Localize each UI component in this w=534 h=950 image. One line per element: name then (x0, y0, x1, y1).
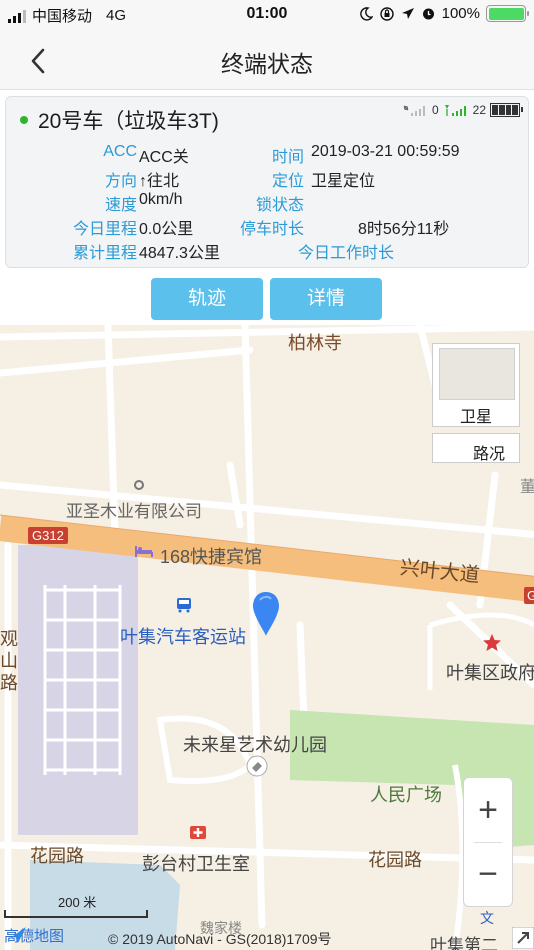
zoom-control: + − (463, 777, 513, 907)
satellite-label: 卫星 (459, 409, 492, 426)
map-scale-label: 200 米 (58, 895, 97, 910)
vehicle-title: 20号车（垃圾车3T) (20, 105, 219, 135)
zoom-in-button[interactable]: + (464, 778, 512, 842)
satellite-thumbnail (439, 348, 515, 400)
today-mileage-label: 今日里程 (72, 221, 137, 238)
row-acc-time: ACC ACC关 时间 2019-03-21 00:59:59 (6, 143, 530, 167)
battery-icon (486, 5, 529, 22)
map-label-bailin-temple: 柏林寺 (288, 333, 342, 353)
position-label: 定位 (271, 173, 304, 190)
map-label-lu: 路 (0, 673, 18, 693)
moon-icon (359, 6, 373, 21)
expand-icon[interactable] (512, 927, 534, 949)
map-label-edge-right: 董 (520, 479, 534, 496)
map-label-bottom-right: 叶集第二 (430, 936, 498, 950)
page-title: 终端状态 (221, 51, 313, 77)
poi-marker-icon (134, 480, 144, 490)
stop-duration-label: 停车时长 (239, 221, 304, 238)
map-label-kindergarten: 未来星艺术幼儿园 (183, 735, 327, 755)
status-right: 100% (359, 5, 529, 22)
traffic-label: 路况 (472, 446, 505, 463)
orientation-lock-icon (379, 6, 394, 21)
lock-label: 锁状态 (255, 197, 304, 214)
alarm-icon (422, 8, 434, 20)
satellite-layer-toggle[interactable]: 卫星 (432, 343, 520, 427)
total-mileage-value: 4847.3公里 (139, 245, 220, 262)
today-mileage-value: 0.0公里 (139, 221, 194, 238)
nav-header: 终端状态 (0, 30, 534, 90)
gps-count: 0 (431, 103, 439, 117)
battery-percent: 100% (441, 5, 480, 22)
work-duration-label: 今日工作时长 (297, 245, 394, 262)
position-value: 卫星定位 (311, 173, 376, 190)
stop-duration-value: 8时56分11秒 (358, 221, 450, 238)
direction-label: 方向 (104, 173, 137, 190)
acc-label: ACC (103, 143, 137, 160)
map-view[interactable]: 柏林寺 亚圣木业有限公司 G312 G 168快捷宾馆 兴叶大道 叶集汽车客运站… (0, 325, 534, 950)
clinic-icon (190, 826, 206, 839)
status-bar: 中国移动 4G 01:00 100% (0, 0, 534, 30)
map-label-bus-station: 叶集汽车客运站 (120, 627, 246, 647)
zoom-out-button[interactable]: − (464, 842, 512, 906)
map-label-wen: 文 (480, 910, 494, 926)
row-total-work: 累计里程 4847.3公里 今日工作时长 (6, 239, 530, 263)
device-signal-indicators: 0 22 (402, 103, 523, 117)
row-direction-position: 方向 ↑往北 定位 卫星定位 (6, 167, 530, 191)
time-label: 时间 (271, 149, 304, 166)
map-label-huayuan-road-right: 花园路 (368, 850, 422, 870)
government-star-icon (483, 634, 501, 651)
hotel-bed-icon (135, 546, 153, 557)
map-label-government: 叶集区政府 (446, 663, 534, 683)
map-copyright: © 2019 AutoNavi - GS(2018)1709号 (108, 931, 332, 947)
network-signal-icon (444, 105, 466, 116)
amap-logo-icon (6, 927, 26, 943)
map-label-peoples-square: 人民广场 (370, 785, 442, 805)
gps-satellite-icon (403, 105, 425, 116)
location-arrow-icon (401, 7, 414, 19)
row-mileage-stop: 今日里程 0.0公里 停车时长 8时56分11秒 (6, 215, 530, 239)
acc-value: ACC关 (139, 149, 189, 166)
map-label-huayuan-road-left: 花园路 (30, 846, 84, 866)
signal-count: 22 (472, 103, 486, 117)
highway-shield-right: G (524, 587, 534, 604)
map-label-hotel: 168快捷宾馆 (160, 547, 263, 567)
school-icon (246, 755, 268, 777)
map-label-yasheng: 亚圣木业有限公司 (66, 502, 202, 521)
direction-value: ↑往北 (139, 173, 180, 190)
bus-icon (177, 598, 191, 613)
time-value: 2019-03-21 00:59:59 (311, 143, 460, 160)
vehicle-name: 20号车（垃圾车3T) (38, 110, 219, 133)
online-status-dot (20, 116, 28, 124)
track-button[interactable]: 轨迹 (151, 278, 263, 320)
device-battery-icon (490, 103, 523, 117)
highway-g312-shield: G312 (28, 527, 68, 544)
speed-value: 0km/h (139, 191, 183, 208)
speed-label: 速度 (104, 197, 137, 214)
traffic-layer-toggle[interactable]: 路况 (432, 433, 520, 463)
amap-logo: 高德地图 (4, 925, 64, 946)
vehicle-status-card: 20号车（垃圾车3T) 0 22 ACC ACC关 时间 2019-03-21 … (5, 96, 529, 268)
vehicle-location-pin-icon[interactable] (251, 590, 281, 638)
total-mileage-label: 累计里程 (72, 245, 137, 262)
row-speed-lock: 速度 0km/h 锁状态 (6, 191, 530, 215)
detail-button[interactable]: 详情 (270, 278, 382, 320)
map-label-clinic: 彭台村卫生室 (142, 854, 250, 874)
